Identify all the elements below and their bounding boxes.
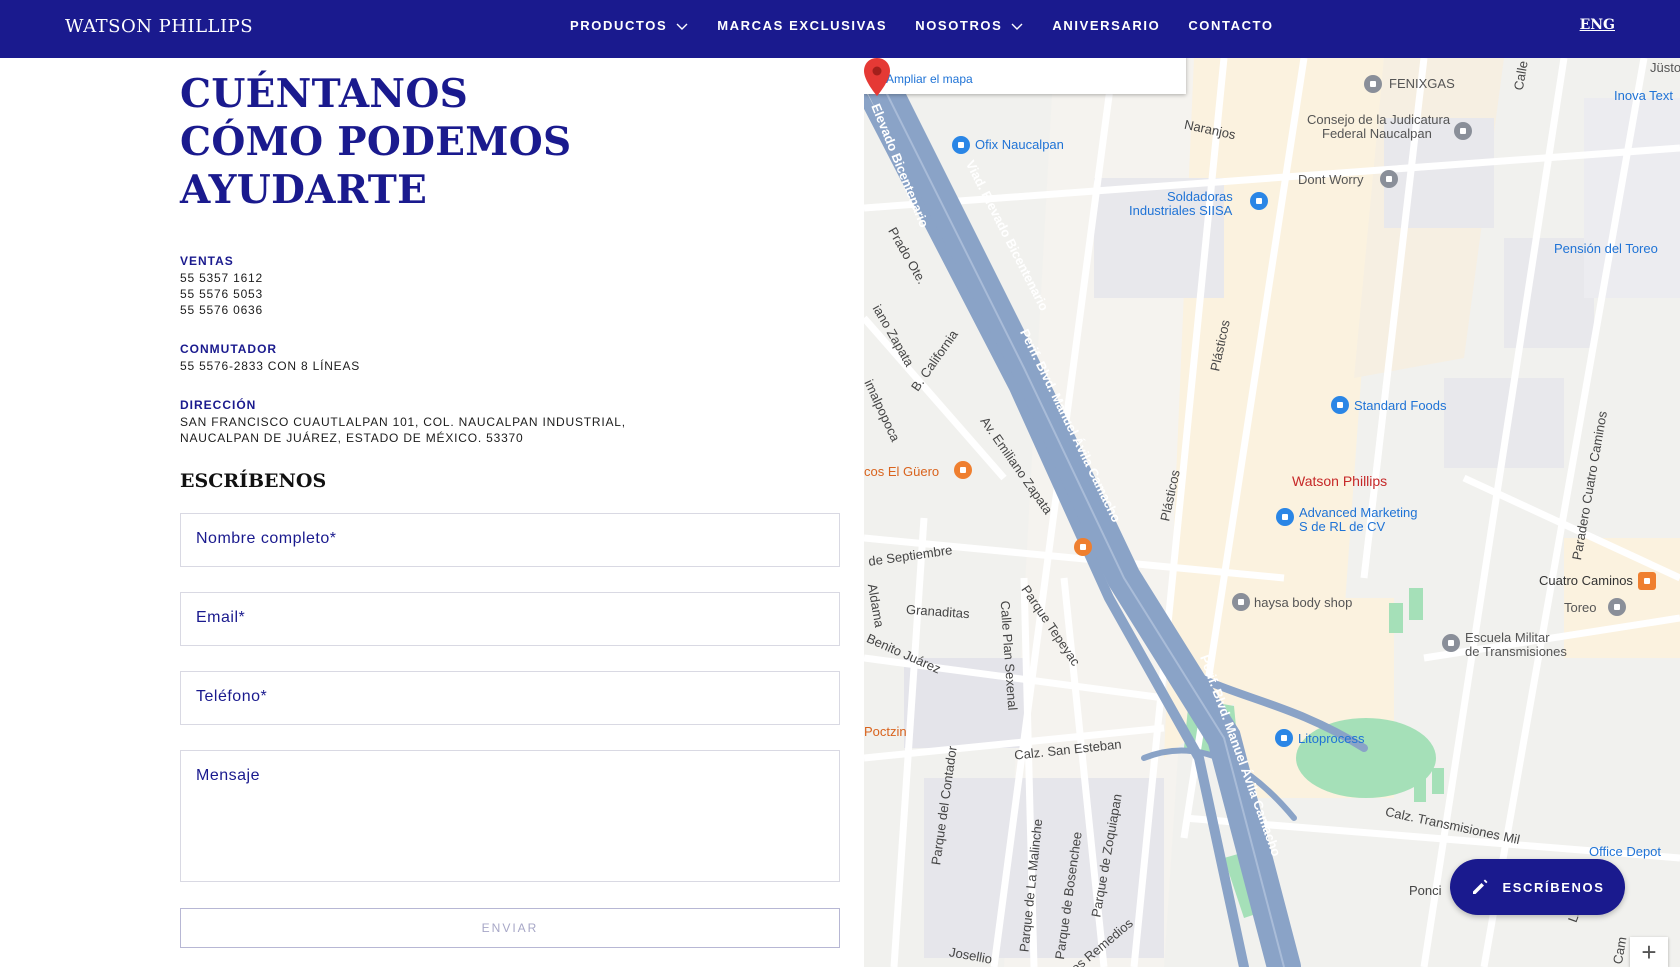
map-place-label: Escuela Militar: [1465, 630, 1550, 645]
chevron-down-icon: [676, 23, 688, 30]
map-place-label: Jüsto: [1650, 60, 1680, 75]
nav-item-label: ANIVERSARIO: [1052, 18, 1161, 33]
map-place-label: Litoprocess: [1298, 731, 1365, 746]
submit-button[interactable]: ENVIAR: [180, 908, 840, 948]
address-label: DIRECCIÓN: [180, 398, 257, 412]
name-field-label: Nombre completo*: [196, 530, 337, 547]
phone-number[interactable]: 55 5357 1612: [180, 270, 263, 286]
map-place-label: Federal Naucalpan: [1322, 126, 1432, 141]
map-marker-icon[interactable]: [864, 58, 890, 96]
shop-icon: [1250, 192, 1268, 210]
map-place-label: Office Depot: [1589, 844, 1662, 859]
marker-label: Watson Phillips: [1292, 473, 1388, 489]
place-icon: [1608, 598, 1626, 616]
email-field[interactable]: Email*: [180, 592, 840, 646]
phone-number[interactable]: 55 5576 5053: [180, 286, 263, 302]
map-place-label: Standard Foods: [1354, 398, 1447, 413]
address-line: SAN FRANCISCO CUAUTLALPAN 101, COL. NAUC…: [180, 415, 626, 429]
switchboard-value: 55 5576-2833 CON 8 LÍNEAS: [180, 359, 361, 373]
map-place-label: Advanced Marketing: [1299, 505, 1418, 520]
chevron-down-icon: [1011, 23, 1023, 30]
message-field[interactable]: Mensaje: [180, 750, 840, 882]
form-title: ESCRÍBENOS: [180, 470, 327, 492]
shop-icon: [1276, 508, 1294, 526]
nav-item-aniversario[interactable]: ANIVERSARIO: [1052, 18, 1160, 33]
top-nav: WATSON PHILLIPS PRODUCTOS MARCAS EXCLUSI…: [0, 0, 1680, 58]
phone-field-label: Teléfono*: [196, 688, 268, 705]
name-field[interactable]: Nombre completo*: [180, 513, 840, 567]
map-place-label: Consejo de la Judicatura: [1307, 112, 1451, 127]
title-line: AYUDARTE: [180, 167, 428, 213]
write-us-button[interactable]: ESCRÍBENOS: [1450, 859, 1625, 915]
language-switch[interactable]: ENG: [1580, 17, 1615, 33]
map-place-label: Industriales SIISA: [1129, 203, 1233, 218]
logo[interactable]: WATSON PHILLIPS: [65, 16, 253, 37]
shop-icon: [1331, 396, 1349, 414]
map-place-label: Dont Worry: [1298, 172, 1364, 187]
message-field-label: Mensaje: [196, 767, 260, 784]
sales-label: VENTAS: [180, 254, 234, 268]
map-place-label: de Transmisiones: [1465, 644, 1567, 659]
nav-item-productos[interactable]: PRODUCTOS: [570, 18, 689, 33]
restaurant-icon: [954, 461, 972, 479]
map-place-label: Pensión del Toreo: [1554, 241, 1658, 256]
map-place-label: S de RL de CV: [1299, 519, 1386, 534]
metro-icon: [1638, 572, 1656, 590]
map[interactable]: Ampliar el mapa FENIXGAS Consejo de la J…: [864, 58, 1680, 967]
restaurant-icon: [1074, 538, 1092, 556]
map-place-label: FENIXGAS: [1389, 76, 1455, 91]
map-place-label: Inova Text: [1614, 88, 1674, 103]
nav-item-label: CONTACTO: [1188, 18, 1274, 33]
phone-number[interactable]: 55 5576 0636: [180, 302, 263, 318]
email-field-label: Email*: [196, 609, 246, 626]
phone-field[interactable]: Teléfono*: [180, 671, 840, 725]
nav-item-label: NOSOTROS: [915, 18, 1003, 33]
map-info-card: Ampliar el mapa: [864, 58, 1186, 94]
map-place-label: Soldadoras: [1167, 189, 1233, 204]
title-line: CUÉNTANOS: [180, 71, 469, 117]
pencil-icon: [1472, 879, 1488, 894]
page-title: CUÉNTANOS CÓMO PODEMOS AYUDARTE: [180, 70, 700, 214]
nav-item-label: MARCAS EXCLUSIVAS: [717, 18, 888, 33]
sales-phones: 55 5357 1612 55 5576 5053 55 5576 0636: [180, 270, 263, 318]
switchboard-label: CONMUTADOR: [180, 342, 278, 356]
nav-item-marcas[interactable]: MARCAS EXCLUSIVAS: [717, 18, 887, 33]
map-place-label: Poctzin: [864, 724, 907, 739]
enlarge-map-link[interactable]: Ampliar el mapa: [886, 72, 973, 86]
shop-icon: [1275, 729, 1293, 747]
map-road-label: Ponci: [1409, 883, 1442, 898]
write-us-label: ESCRÍBENOS: [1502, 879, 1605, 895]
zoom-in-button[interactable]: +: [1630, 937, 1668, 967]
map-place-label: Cuatro Caminos: [1539, 573, 1633, 588]
nav-item-nosotros[interactable]: NOSOTROS: [915, 18, 1024, 33]
place-icon: [1380, 170, 1398, 188]
nav-item-label: PRODUCTOS: [570, 18, 668, 33]
place-icon: [1232, 593, 1250, 611]
address-line: NAUCALPAN DE JUÁREZ, ESTADO DE MÉXICO. 5…: [180, 431, 524, 445]
main-menu: PRODUCTOS MARCAS EXCLUSIVAS NOSOTROS ANI…: [570, 18, 1302, 33]
map-place-label: haysa body shop: [1254, 595, 1353, 610]
title-line: CÓMO PODEMOS: [180, 119, 572, 165]
map-place-label: cos El Güero: [864, 464, 940, 479]
place-icon: [1442, 634, 1460, 652]
place-icon: [1454, 122, 1472, 140]
map-place-label: Ofix Naucalpan: [975, 137, 1064, 152]
shop-icon: [952, 136, 970, 154]
address-value: SAN FRANCISCO CUAUTLALPAN 101, COL. NAUC…: [180, 414, 626, 446]
place-icon: [1364, 75, 1382, 93]
contact-section: CUÉNTANOS CÓMO PODEMOS AYUDARTE VENTAS 5…: [0, 58, 864, 967]
map-place-label: Toreo: [1564, 600, 1597, 615]
nav-item-contacto[interactable]: CONTACTO: [1188, 18, 1273, 33]
